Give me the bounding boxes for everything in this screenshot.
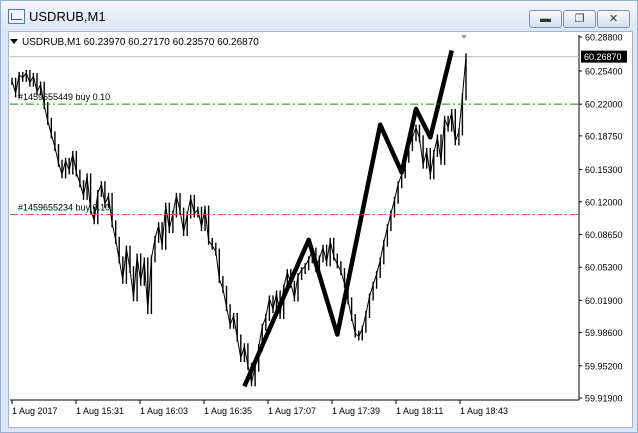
restore-icon: ❐: [574, 13, 585, 25]
chevron-down-icon[interactable]: [10, 39, 18, 44]
restore-button[interactable]: ❐: [563, 10, 596, 28]
chart-info[interactable]: USDRUB,M1 60.23970 60.27170 60.23570 60.…: [10, 37, 259, 48]
chart-window: USDRUB,M1 ▬ ❐ ✕: [0, 0, 638, 433]
close-icon: ✕: [608, 13, 619, 25]
minimize-icon: ▬: [540, 13, 551, 25]
chart-info-text: USDRUB,M1 60.23970 60.27170 60.23570 60.…: [22, 37, 259, 48]
chart-app-icon: [8, 9, 25, 24]
chart-area[interactable]: [8, 31, 633, 428]
minimize-button[interactable]: ▬: [529, 10, 562, 28]
title-bar[interactable]: USDRUB,M1 ▬ ❐ ✕: [1, 1, 637, 31]
window-title: USDRUB,M1: [29, 9, 106, 24]
close-button[interactable]: ✕: [597, 10, 630, 28]
